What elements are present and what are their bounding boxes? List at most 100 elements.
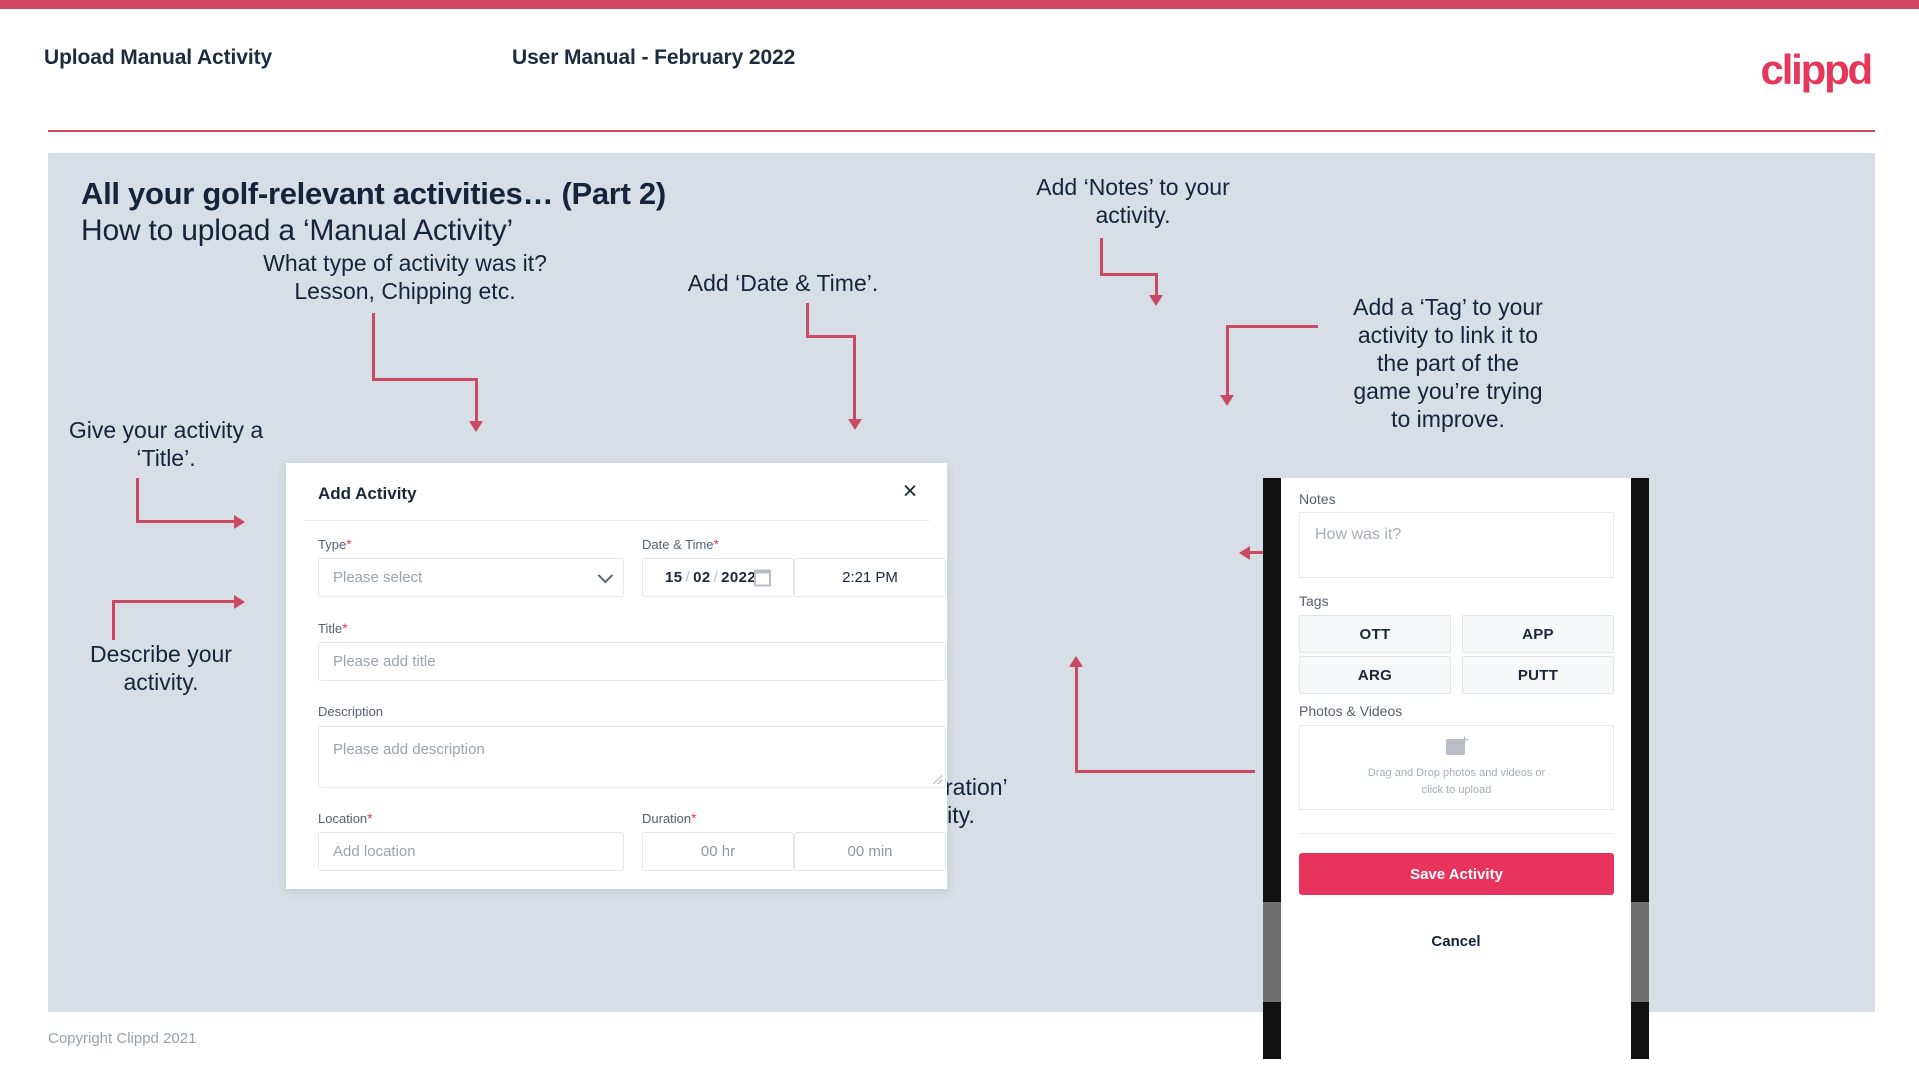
close-icon[interactable]: × bbox=[895, 477, 925, 507]
photos-label: Photos & Videos bbox=[1299, 703, 1403, 719]
photo-dropzone[interactable]: + Drag and Drop photos and videos or cli… bbox=[1299, 725, 1614, 810]
title-input[interactable]: Please add title bbox=[318, 642, 946, 681]
chevron-down-icon bbox=[597, 567, 614, 583]
arrow-photos bbox=[1239, 546, 1250, 560]
slide-canvas: All your golf-relevant activities… (Part… bbox=[48, 153, 1875, 1059]
description-placeholder: Please add description bbox=[333, 741, 485, 758]
clippd-logo: clippd bbox=[1760, 46, 1874, 93]
arrow-description bbox=[234, 595, 245, 609]
image-add-icon: + bbox=[1445, 733, 1469, 756]
tag-arg-label: ARG bbox=[1357, 666, 1393, 684]
date-input[interactable]: 15/02/2022 bbox=[642, 558, 794, 597]
title-label: Title* bbox=[318, 620, 348, 636]
annotation-title: Give your activity a ‘Title’. bbox=[48, 416, 284, 472]
calendar-icon[interactable] bbox=[754, 569, 771, 586]
dialog-divider bbox=[304, 520, 929, 521]
type-select[interactable]: Please select bbox=[318, 558, 624, 597]
datetime-required: * bbox=[713, 536, 719, 552]
duration-hours-input[interactable]: 00 hr bbox=[642, 832, 794, 871]
type-label: Type* bbox=[318, 536, 352, 552]
save-activity-button[interactable]: Save Activity bbox=[1299, 853, 1614, 895]
dropzone-line2: click to upload bbox=[1421, 783, 1492, 796]
duration-label-text: Duration bbox=[642, 811, 692, 826]
dropzone-line1: Drag and Drop photos and videos or bbox=[1367, 767, 1546, 779]
date-day: 15 bbox=[665, 569, 683, 586]
connector-type-v2 bbox=[475, 378, 478, 423]
tag-arg[interactable]: ARG bbox=[1299, 656, 1451, 694]
annotation-description-text: Describe your activity. bbox=[90, 641, 232, 696]
annotation-title-text: Give your activity a ‘Title’. bbox=[68, 417, 264, 472]
annotation-datetime-text: Add ‘Date & Time’. bbox=[687, 270, 879, 296]
arrow-save bbox=[1069, 656, 1083, 667]
duration-required: * bbox=[691, 810, 697, 826]
title-required: * bbox=[342, 620, 348, 636]
phone-screen: Notes How was it? Tags OTT APP ARG PUTT bbox=[1281, 478, 1631, 1059]
location-label-text: Location bbox=[318, 811, 368, 826]
tag-putt-label: PUTT bbox=[1517, 666, 1559, 684]
notes-textarea[interactable]: How was it? bbox=[1299, 512, 1614, 578]
date-month: 02 bbox=[693, 569, 711, 586]
connector-save-v bbox=[1075, 665, 1078, 772]
cancel-label: Cancel bbox=[1431, 933, 1481, 950]
title-placeholder: Please add title bbox=[333, 653, 436, 670]
connector-notes-v2 bbox=[1155, 273, 1158, 297]
datetime-label-text: Date & Time bbox=[642, 537, 714, 552]
connector-type-h bbox=[372, 378, 478, 381]
date-sep-1: / bbox=[685, 569, 691, 586]
page-subtitle: How to upload a ‘Manual Activity’ bbox=[81, 214, 513, 247]
type-label-text: Type bbox=[318, 537, 347, 552]
connector-datetime-v2 bbox=[853, 335, 856, 421]
footer-copyright: Copyright Clippd 2021 bbox=[48, 1030, 197, 1047]
connector-type-v1 bbox=[372, 313, 375, 381]
arrow-tags bbox=[1220, 395, 1234, 406]
resize-handle-icon[interactable] bbox=[933, 775, 942, 784]
phone-bezel-right-accent bbox=[1631, 902, 1649, 1002]
time-input[interactable]: 2:21 PM bbox=[794, 558, 946, 597]
phone-bezel-left-accent bbox=[1263, 902, 1281, 1002]
connector-tags-v bbox=[1226, 325, 1229, 397]
cancel-button[interactable]: Cancel bbox=[1281, 933, 1631, 950]
annotation-type-text: What type of activity was it? Lesson, Chi… bbox=[263, 250, 547, 305]
header-left-title: Upload Manual Activity bbox=[44, 46, 273, 69]
connector-datetime-v1 bbox=[806, 303, 809, 338]
annotation-tags: Add a ‘Tag’ to your activity to link it t… bbox=[1313, 293, 1583, 433]
duration-label: Duration* bbox=[642, 810, 697, 826]
duration-hours-value: 00 hr bbox=[700, 843, 736, 860]
notes-placeholder: How was it? bbox=[1315, 526, 1402, 543]
annotation-tags-text: Add a ‘Tag’ to your activity to link it t… bbox=[1353, 294, 1543, 433]
connector-title-v bbox=[136, 478, 139, 523]
location-label: Location* bbox=[318, 810, 373, 826]
duration-minutes-value: 00 min bbox=[847, 843, 893, 860]
connector-title-h bbox=[136, 520, 236, 523]
mobile-preview: Notes How was it? Tags OTT APP ARG PUTT bbox=[1263, 478, 1649, 1059]
arrow-type bbox=[469, 421, 483, 432]
connector-description-v bbox=[112, 600, 115, 640]
location-input[interactable]: Add location bbox=[318, 832, 624, 871]
top-accent-bar bbox=[0, 0, 1919, 9]
tag-ott[interactable]: OTT bbox=[1299, 615, 1451, 653]
description-textarea[interactable]: Please add description bbox=[318, 726, 946, 788]
date-year: 2022 bbox=[721, 569, 757, 586]
connector-notes-h bbox=[1100, 273, 1158, 276]
dialog-title: Add Activity bbox=[318, 484, 417, 503]
tag-app-label: APP bbox=[1522, 625, 1554, 643]
phone-divider bbox=[1299, 833, 1614, 834]
save-activity-label: Save Activity bbox=[1410, 865, 1503, 883]
connector-description-h bbox=[112, 600, 236, 603]
annotation-notes-text: Add ‘Notes’ to your activity. bbox=[1036, 174, 1230, 229]
tag-putt[interactable]: PUTT bbox=[1462, 656, 1614, 694]
notes-label: Notes bbox=[1299, 491, 1336, 507]
tag-app[interactable]: APP bbox=[1462, 615, 1614, 653]
dropzone-text: Drag and Drop photos and videos or click… bbox=[1368, 765, 1545, 798]
tag-ott-label: OTT bbox=[1359, 625, 1391, 643]
connector-datetime-h bbox=[806, 335, 856, 338]
annotation-datetime: Add ‘Date & Time’. bbox=[638, 269, 928, 297]
date-value: 15/02/2022 bbox=[643, 569, 756, 586]
type-placeholder: Please select bbox=[333, 569, 423, 586]
arrow-title bbox=[234, 515, 245, 529]
duration-minutes-input[interactable]: 00 min bbox=[794, 832, 946, 871]
page-root: Upload Manual Activity User Manual - Feb… bbox=[0, 0, 1919, 1079]
annotation-type: What type of activity was it? Lesson, Chi… bbox=[240, 249, 570, 305]
tags-label: Tags bbox=[1299, 593, 1329, 609]
datetime-label: Date & Time* bbox=[642, 536, 719, 552]
